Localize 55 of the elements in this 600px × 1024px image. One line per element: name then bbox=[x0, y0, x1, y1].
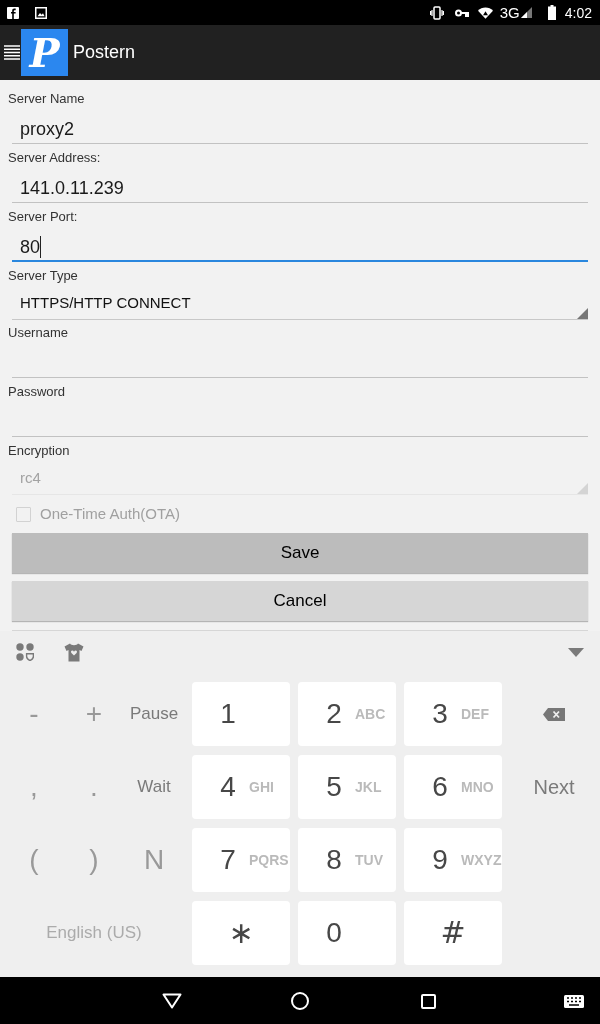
action-button[interactable]: Save bbox=[12, 533, 588, 573]
network-type: 3G bbox=[499, 5, 520, 20]
recent-apps-icon[interactable] bbox=[421, 993, 436, 1009]
dropdown[interactable]: HTTPS/HTTP CONNECT bbox=[12, 285, 588, 320]
keypad-key[interactable]: 0 bbox=[298, 901, 396, 965]
caret-down-icon[interactable] bbox=[568, 647, 584, 657]
action-button[interactable]: Cancel bbox=[12, 581, 588, 621]
field-label: Server Type bbox=[7, 267, 79, 285]
keypad-key[interactable]: 2 ABC bbox=[298, 682, 396, 746]
dropdown-corner-icon bbox=[577, 483, 588, 494]
signal-icon bbox=[520, 7, 532, 18]
image-icon bbox=[35, 6, 47, 19]
back-icon[interactable] bbox=[162, 993, 182, 1009]
keypad-key[interactable]: 4 GHI bbox=[192, 755, 290, 819]
field-label: Server Address: bbox=[7, 149, 102, 167]
home-icon[interactable] bbox=[291, 992, 309, 1010]
menu-icon[interactable] bbox=[4, 45, 20, 60]
backspace-icon bbox=[543, 707, 565, 721]
keypad-key[interactable]: 7 PQRS bbox=[192, 828, 290, 892]
keypad-key[interactable]: 9 WXYZ bbox=[404, 828, 502, 892]
keypad-key[interactable]: 5 JKL bbox=[298, 755, 396, 819]
keypad-key[interactable]: 8 TUV bbox=[298, 828, 396, 892]
shirt-icon[interactable] bbox=[64, 642, 84, 662]
keypad-key[interactable]: # bbox=[404, 901, 502, 965]
keypad-key[interactable]: ∗ bbox=[192, 901, 290, 965]
text-cursor bbox=[40, 236, 42, 258]
keyboard-key[interactable]: Next bbox=[533, 775, 575, 799]
checkbox-label: One-Time Auth(OTA) bbox=[40, 504, 181, 524]
text-field[interactable]: proxy2 bbox=[12, 108, 588, 144]
dropdown: rc4 bbox=[12, 460, 588, 495]
keyboard-icon[interactable] bbox=[564, 994, 584, 1008]
text-field[interactable]: 80 bbox=[12, 226, 588, 262]
text-field[interactable]: 141.0.11.239 bbox=[12, 167, 588, 203]
keypad-key[interactable]: 6 MNO bbox=[404, 755, 502, 819]
keyboard-key[interactable]: Pause bbox=[129, 702, 179, 726]
clock: 4:02 bbox=[564, 5, 592, 20]
field-label: Username bbox=[7, 324, 69, 342]
battery-icon bbox=[547, 5, 556, 20]
language-label: English (US) bbox=[46, 922, 142, 944]
dropdown-corner-icon bbox=[577, 308, 588, 319]
field-label: Server Name bbox=[7, 90, 86, 108]
apps-grid-icon[interactable] bbox=[16, 643, 34, 661]
app-logo: P bbox=[21, 29, 68, 76]
keyboard-key[interactable]: Wait bbox=[137, 775, 171, 799]
field-label: Encryption bbox=[7, 442, 71, 460]
app-title: Postern bbox=[73, 41, 136, 64]
field-label: Server Port: bbox=[7, 208, 79, 226]
wifi-icon bbox=[477, 6, 493, 19]
keypad-key[interactable]: 3 DEF bbox=[404, 682, 502, 746]
key-icon bbox=[454, 8, 469, 17]
backspace-key[interactable] bbox=[543, 707, 565, 721]
vibrate-icon bbox=[429, 5, 444, 20]
letter-f-icon bbox=[7, 6, 19, 19]
keypad-key[interactable]: 1 bbox=[192, 682, 290, 746]
field-label: Password bbox=[7, 383, 67, 401]
